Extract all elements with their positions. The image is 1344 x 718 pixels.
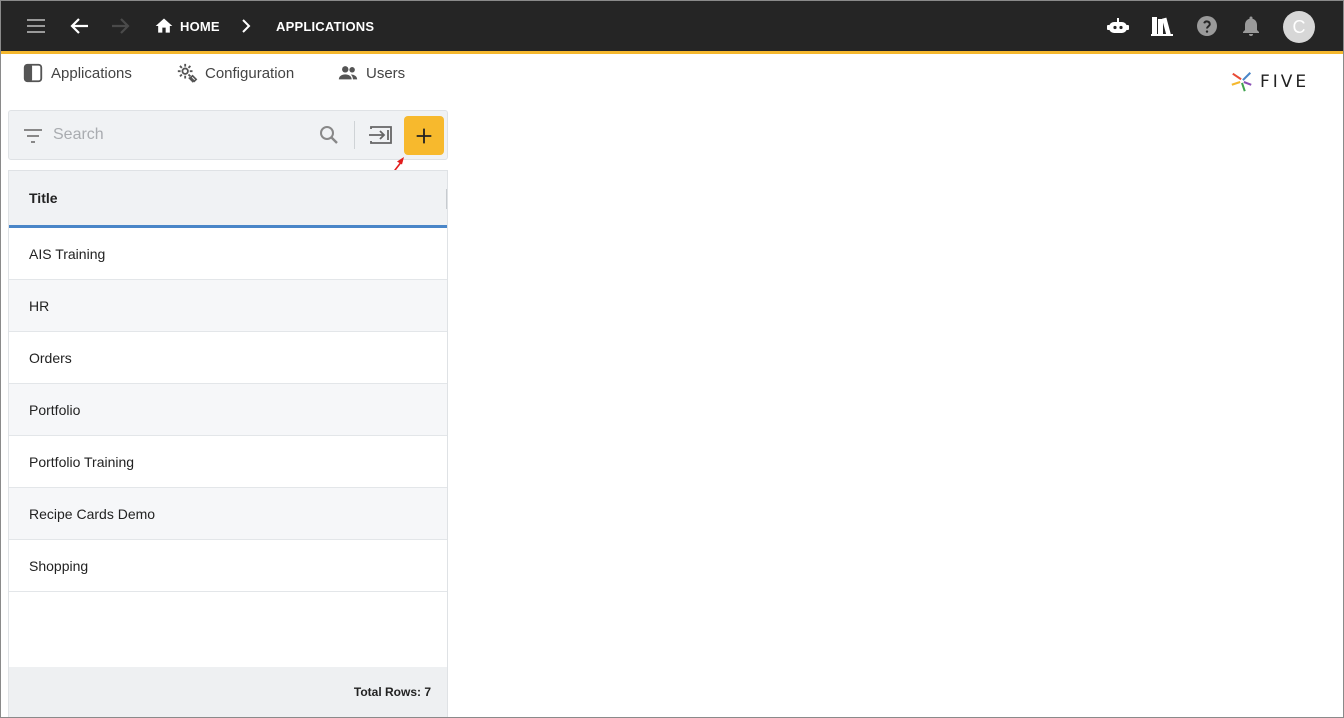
toolbar-divider [354,121,355,149]
table-row[interactable]: Shopping [9,540,447,592]
chevron-right-icon [234,14,258,38]
search-input[interactable] [53,121,313,149]
menu-icon[interactable] [24,14,48,38]
applications-icon [23,63,43,83]
five-logo-text: FIVE [1260,72,1310,92]
users-icon [338,66,358,80]
filter-icon[interactable] [21,124,45,148]
table-row[interactable]: Recipe Cards Demo [9,488,447,540]
table-row[interactable]: AIS Training [9,228,447,280]
column-header-title[interactable]: Title [29,190,58,206]
tab-applications-label: Applications [51,64,132,82]
column-resize-handle[interactable] [446,189,447,209]
table-header: Title [9,171,447,228]
breadcrumb-applications[interactable]: APPLICATIONS [276,19,374,34]
table-footer: Total Rows: 7 [9,667,447,717]
bell-icon[interactable] [1239,14,1263,38]
import-icon[interactable] [368,123,394,147]
five-logo: FIVE [1230,70,1309,94]
home-icon [155,18,173,33]
add-button[interactable] [404,116,444,155]
table-row[interactable]: Orders [9,332,447,384]
table-row[interactable]: HR [9,280,447,332]
tab-applications[interactable]: Applications [22,62,132,84]
library-icon[interactable] [1150,14,1174,38]
avatar[interactable]: C [1283,11,1315,43]
five-logo-icon [1231,72,1252,92]
applications-table: Title AIS Training HR Orders Portfolio P… [8,170,448,718]
back-icon[interactable] [68,14,92,38]
total-rows-label: Total Rows: 7 [353,685,431,699]
top-bar: HOME APPLICATIONS C [0,0,1344,54]
breadcrumb-home-label: HOME [180,18,220,34]
tab-configuration-label: Configuration [205,64,295,82]
table-row[interactable]: Portfolio Training [9,436,447,488]
chatbot-icon[interactable] [1106,14,1130,38]
configuration-icon [177,63,198,83]
tab-configuration[interactable]: Configuration [176,62,294,84]
forward-icon[interactable] [108,14,132,38]
tab-users[interactable]: Users [337,62,405,84]
breadcrumb-home[interactable]: HOME [154,16,220,36]
help-icon[interactable] [1195,14,1219,38]
tab-users-label: Users [366,64,406,82]
search-icon[interactable] [317,123,341,147]
table-row[interactable]: Portfolio [9,384,447,436]
plus-icon [416,128,432,143]
